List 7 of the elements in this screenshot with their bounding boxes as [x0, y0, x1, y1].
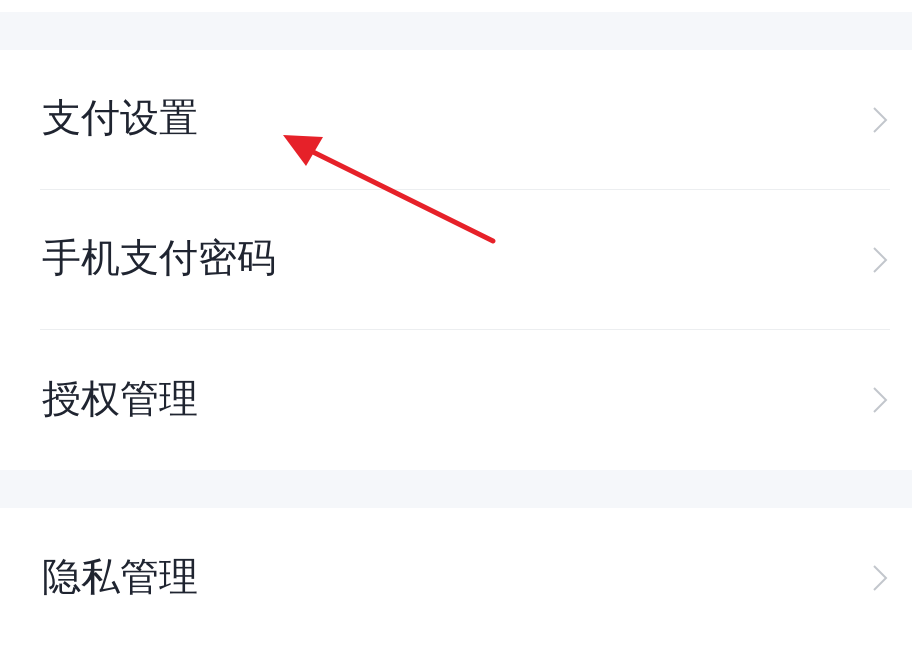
settings-row[interactable]: 授权管理: [0, 330, 912, 470]
chevron-right-icon: [872, 246, 888, 274]
chevron-right-icon: [872, 564, 888, 592]
settings-row[interactable]: 隐私管理: [0, 508, 912, 646]
chevron-right-icon: [872, 106, 888, 134]
settings-row[interactable]: 手机支付密码: [0, 190, 912, 330]
chevron-right-icon: [872, 386, 888, 414]
